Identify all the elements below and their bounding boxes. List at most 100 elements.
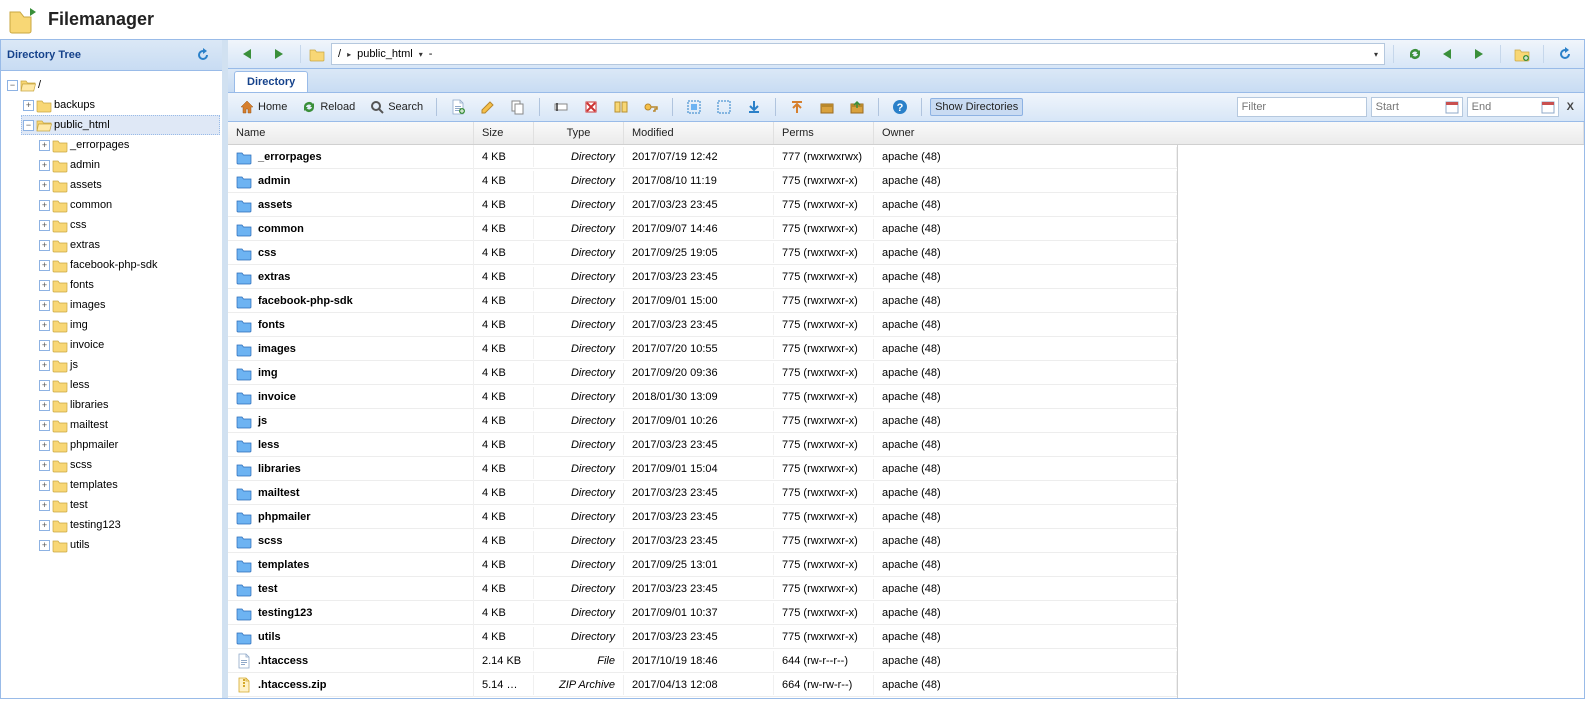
tree-node[interactable]: +_errorpages	[37, 135, 220, 155]
nav-back2-button[interactable]	[1434, 43, 1460, 65]
path-root[interactable]: /	[338, 48, 341, 60]
perms-button[interactable]	[608, 96, 634, 118]
download-button[interactable]	[741, 96, 767, 118]
table-row[interactable]: phpmailer4 KBDirectory2017/03/23 23:4577…	[228, 505, 1177, 529]
nav-refresh-button[interactable]	[1552, 43, 1578, 65]
tree-expand-icon[interactable]: +	[39, 380, 50, 391]
col-type[interactable]: Type	[534, 122, 624, 144]
nav-back-button[interactable]	[234, 43, 260, 65]
tree-node[interactable]: +admin	[37, 155, 220, 175]
home-button[interactable]: Home	[234, 96, 292, 118]
table-row[interactable]: less4 KBDirectory2017/03/23 23:45775 (rw…	[228, 433, 1177, 457]
directory-tree[interactable]: − / +backups−public_html+_errorpages+adm…	[1, 71, 222, 698]
tree-expand-icon[interactable]: +	[39, 520, 50, 531]
tree-node[interactable]: +less	[37, 375, 220, 395]
tree-expand-icon[interactable]: +	[39, 440, 50, 451]
table-row[interactable]: css4 KBDirectory2017/09/25 19:05775 (rwx…	[228, 241, 1177, 265]
table-row[interactable]: utils4 KBDirectory2017/03/23 23:45775 (r…	[228, 625, 1177, 649]
table-row[interactable]: images4 KBDirectory2017/07/20 10:55775 (…	[228, 337, 1177, 361]
tree-expand-icon[interactable]: +	[39, 240, 50, 251]
help-button[interactable]	[887, 96, 913, 118]
tree-node[interactable]: +backups	[21, 95, 220, 115]
tree-node[interactable]: +utils	[37, 535, 220, 555]
tree-refresh-button[interactable]	[190, 44, 216, 66]
reload-button[interactable]: Reload	[296, 96, 360, 118]
tree-expand-icon[interactable]: +	[39, 220, 50, 231]
table-row[interactable]: mailtest4 KBDirectory2017/03/23 23:45775…	[228, 481, 1177, 505]
search-button[interactable]: Search	[364, 96, 428, 118]
table-row[interactable]: test4 KBDirectory2017/03/23 23:45775 (rw…	[228, 577, 1177, 601]
tree-node[interactable]: +js	[37, 355, 220, 375]
tree-expand-icon[interactable]: +	[39, 260, 50, 271]
tree-node[interactable]: +scss	[37, 455, 220, 475]
tree-node[interactable]: −public_html	[21, 115, 220, 135]
tree-node[interactable]: +images	[37, 295, 220, 315]
table-row[interactable]: invoice4 KBDirectory2018/01/30 13:09775 …	[228, 385, 1177, 409]
nav-reload-button[interactable]	[1402, 43, 1428, 65]
table-row[interactable]: facebook-php-sdk4 KBDirectory2017/09/01 …	[228, 289, 1177, 313]
col-name[interactable]: Name	[228, 122, 474, 144]
tree-expand-icon[interactable]: +	[39, 420, 50, 431]
copy-button[interactable]	[505, 96, 531, 118]
clear-filter-button[interactable]: X	[1563, 101, 1578, 113]
tree-node[interactable]: +facebook-php-sdk	[37, 255, 220, 275]
show-directories-button[interactable]: Show Directories	[930, 98, 1023, 116]
tree-node[interactable]: +testing123	[37, 515, 220, 535]
table-row[interactable]: scss4 KBDirectory2017/03/23 23:45775 (rw…	[228, 529, 1177, 553]
table-row[interactable]: js4 KBDirectory2017/09/01 10:26775 (rwxr…	[228, 409, 1177, 433]
tab-directory[interactable]: Directory	[234, 71, 308, 92]
tree-node[interactable]: +extras	[37, 235, 220, 255]
rename-button[interactable]	[548, 96, 574, 118]
tree-expand-icon[interactable]: +	[39, 500, 50, 511]
tree-node[interactable]: +libraries	[37, 395, 220, 415]
table-row[interactable]: .htaccess2.14 KBFile2017/10/19 18:46644 …	[228, 649, 1177, 673]
filter-input[interactable]	[1237, 97, 1367, 117]
table-row[interactable]: templates4 KBDirectory2017/09/25 13:0177…	[228, 553, 1177, 577]
tree-collapse-icon[interactable]: −	[7, 80, 18, 91]
key-button[interactable]	[638, 96, 664, 118]
table-row[interactable]: extras4 KBDirectory2017/03/23 23:45775 (…	[228, 265, 1177, 289]
tree-node[interactable]: +mailtest	[37, 415, 220, 435]
tree-node[interactable]: +templates	[37, 475, 220, 495]
table-row[interactable]: _errorpages4 KBDirectory2017/07/19 12:42…	[228, 145, 1177, 169]
col-modified[interactable]: Modified	[624, 122, 774, 144]
col-size[interactable]: Size	[474, 122, 534, 144]
tree-node[interactable]: +invoice	[37, 335, 220, 355]
tree-expand-icon[interactable]: +	[39, 400, 50, 411]
nav-forward-button[interactable]	[266, 43, 292, 65]
delete-button[interactable]	[578, 96, 604, 118]
calendar-icon[interactable]	[1540, 99, 1556, 115]
calendar-icon[interactable]	[1444, 99, 1460, 115]
unselect-button[interactable]	[711, 96, 737, 118]
date-start-input[interactable]	[1372, 98, 1442, 116]
tree-expand-icon[interactable]: +	[39, 300, 50, 311]
tree-expand-icon[interactable]: +	[39, 340, 50, 351]
tree-node[interactable]: +test	[37, 495, 220, 515]
table-row[interactable]: admin4 KBDirectory2017/08/10 11:19775 (r…	[228, 169, 1177, 193]
table-row[interactable]: .htaccess.zip5.14 …ZIP Archive2017/04/13…	[228, 673, 1177, 697]
archive-button[interactable]	[814, 96, 840, 118]
path-selector[interactable]: / ▸ public_html ▾ - ▾	[331, 43, 1385, 65]
tree-expand-icon[interactable]: +	[39, 540, 50, 551]
tree-expand-icon[interactable]: +	[39, 480, 50, 491]
tree-expand-icon[interactable]: +	[39, 180, 50, 191]
tree-node[interactable]: +phpmailer	[37, 435, 220, 455]
grid-body[interactable]: _errorpages4 KBDirectory2017/07/19 12:42…	[228, 145, 1178, 698]
table-row[interactable]: testing1234 KBDirectory2017/09/01 10:377…	[228, 601, 1177, 625]
table-row[interactable]: assets4 KBDirectory2017/03/23 23:45775 (…	[228, 193, 1177, 217]
date-end-input[interactable]	[1468, 98, 1538, 116]
tree-expand-icon[interactable]: +	[23, 100, 34, 111]
tree-expand-icon[interactable]: +	[39, 360, 50, 371]
table-row[interactable]: img4 KBDirectory2017/09/20 09:36775 (rwx…	[228, 361, 1177, 385]
path-segment[interactable]: public_html	[357, 48, 413, 60]
col-owner[interactable]: Owner	[874, 122, 1584, 144]
tree-expand-icon[interactable]: +	[39, 460, 50, 471]
tree-node[interactable]: +common	[37, 195, 220, 215]
tree-expand-icon[interactable]: +	[39, 200, 50, 211]
tree-expand-icon[interactable]: +	[39, 160, 50, 171]
nav-newfolder-button[interactable]	[1509, 43, 1535, 65]
select-all-button[interactable]	[681, 96, 707, 118]
date-end-wrap[interactable]	[1467, 97, 1559, 117]
tree-node[interactable]: +img	[37, 315, 220, 335]
upload-button[interactable]	[784, 96, 810, 118]
